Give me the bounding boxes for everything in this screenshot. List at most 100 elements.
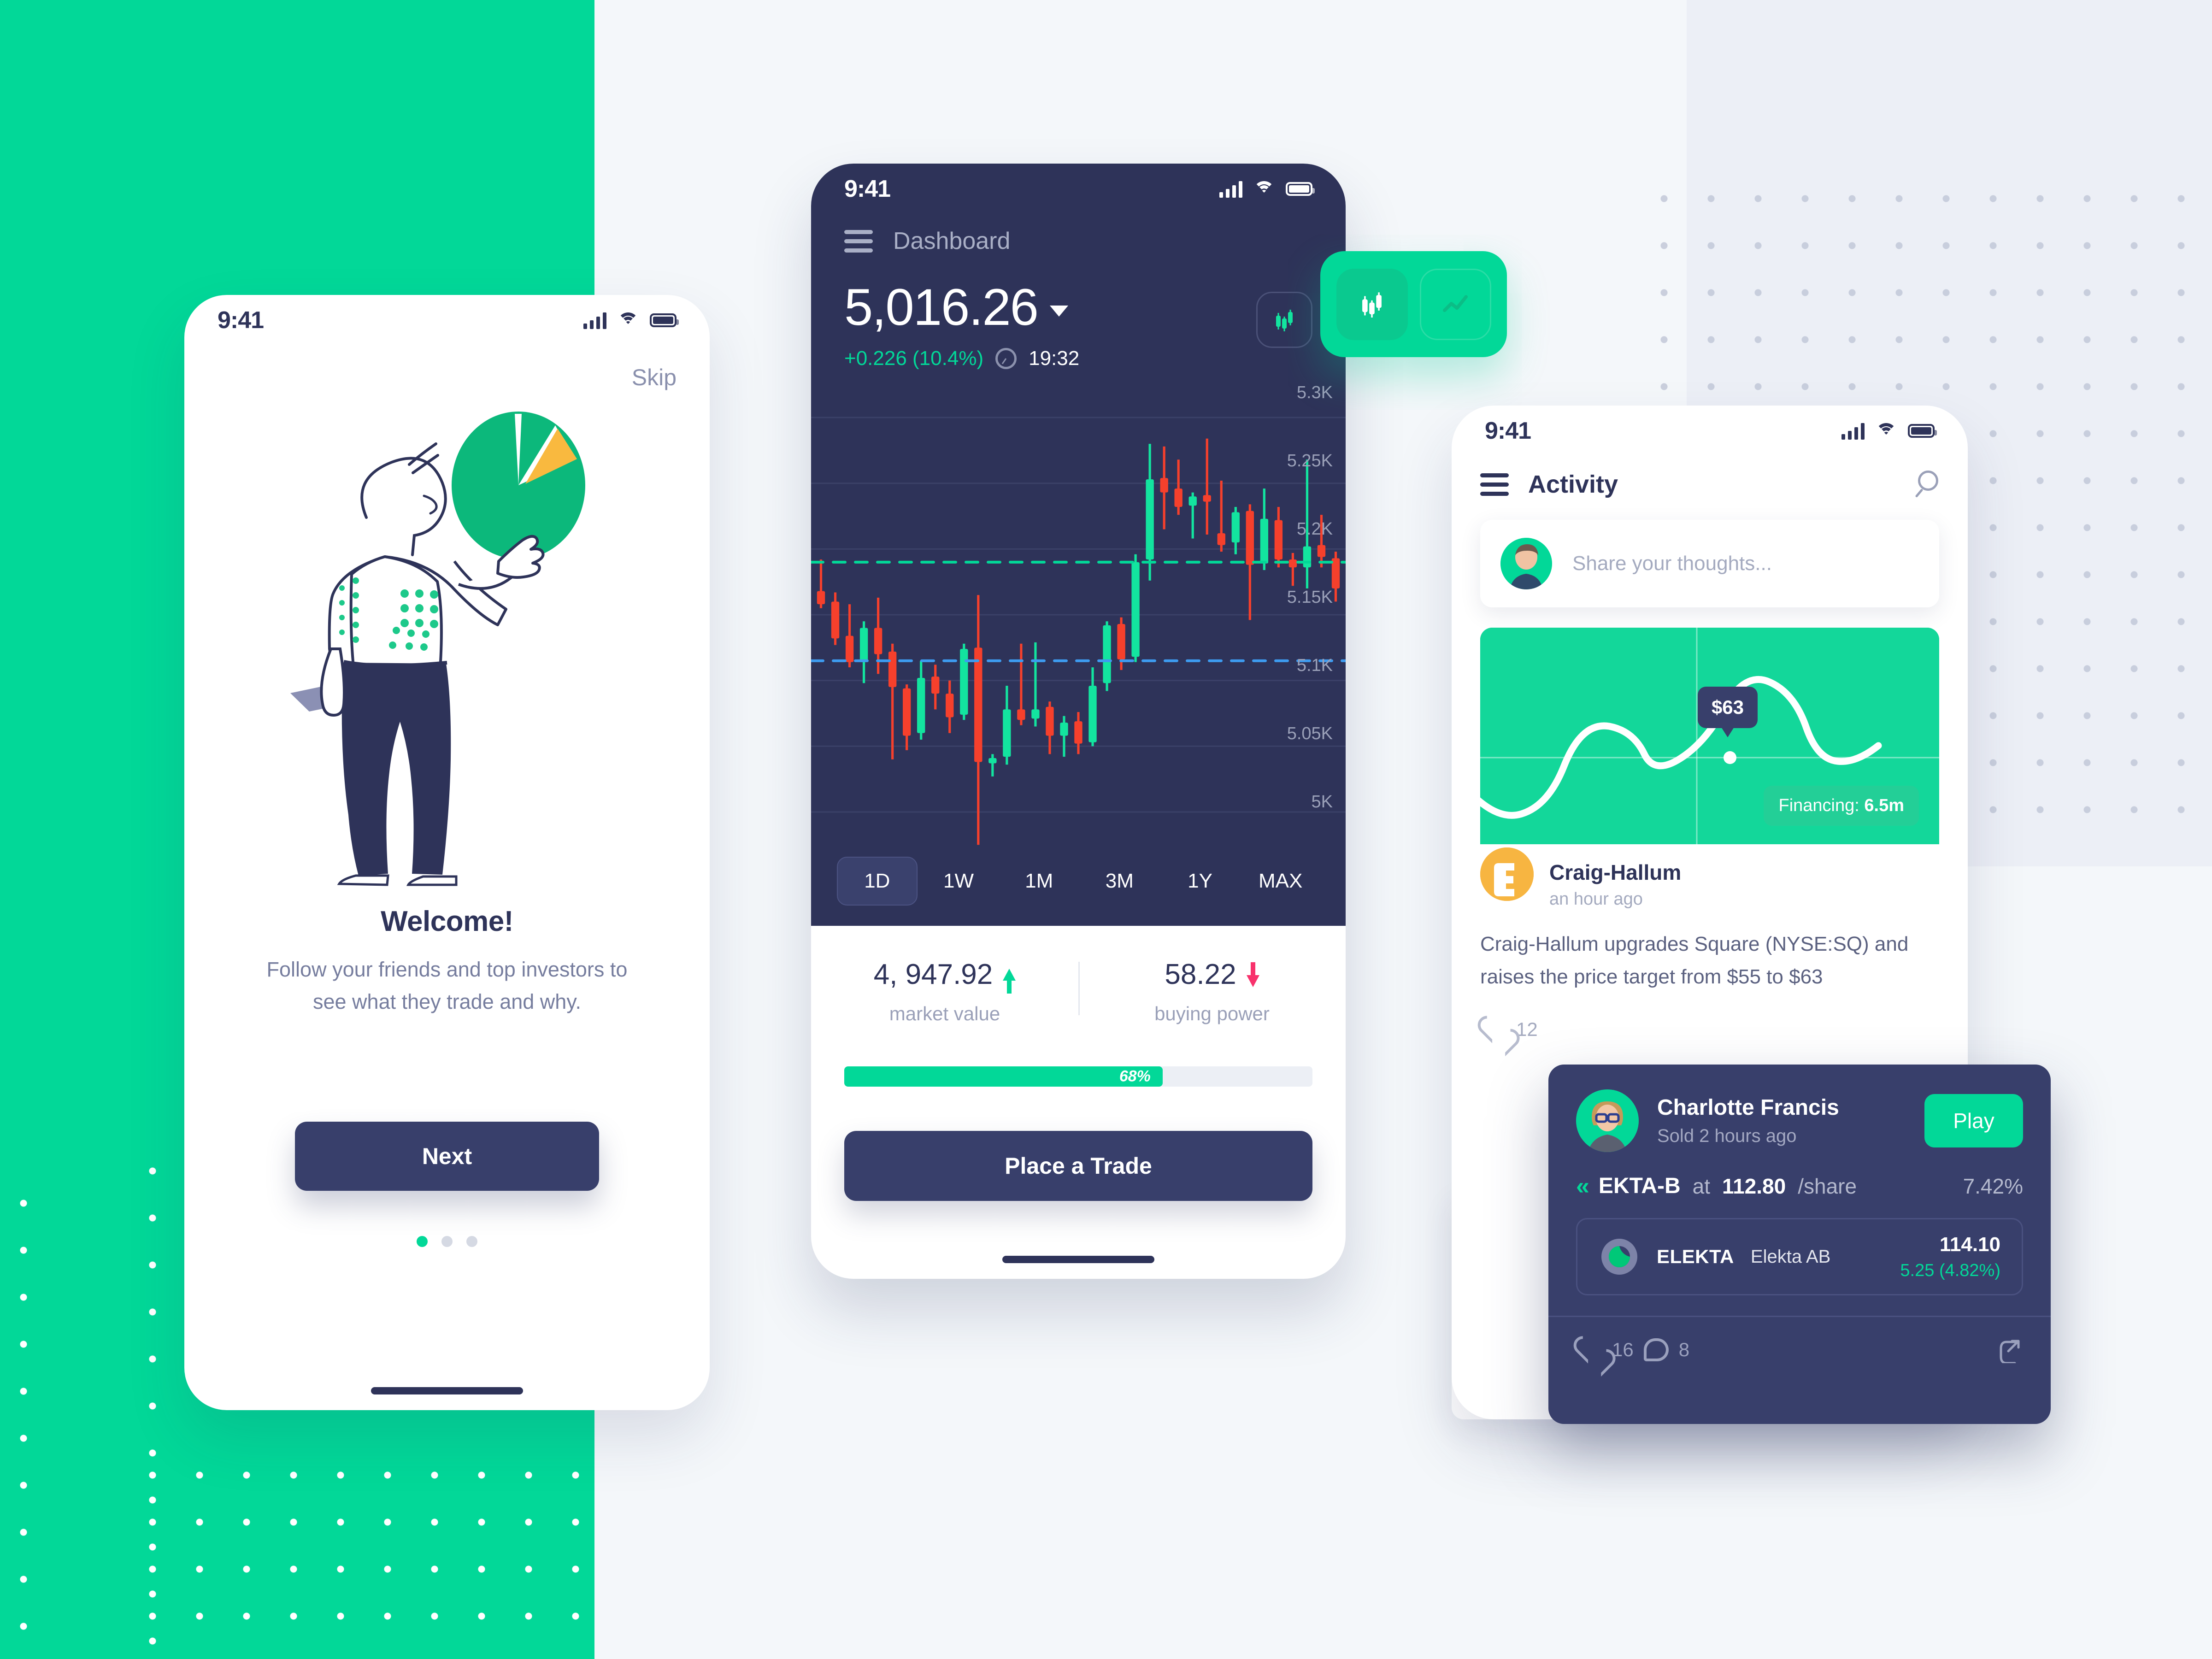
status-time: 9:41 — [1485, 418, 1531, 444]
cellular-signal-icon — [583, 312, 606, 329]
skip-button[interactable]: Skip — [632, 365, 677, 390]
post-body-text: Craig-Hallum upgrades Square (NYSE:SQ) a… — [1480, 933, 1909, 988]
balance-block: 5,016.26 +0.226 (10.4%) 19:32 — [844, 282, 1079, 370]
trade-price: 112.80 — [1722, 1174, 1786, 1198]
hamburger-menu-icon[interactable] — [1480, 473, 1509, 496]
post-sparkline-chart[interactable]: $63 Financing: 6.5m — [1480, 628, 1939, 844]
balance-change: +0.226 (10.4%) — [844, 347, 984, 370]
skip-row: Skip — [184, 346, 710, 391]
pager-dot-3[interactable] — [466, 1235, 477, 1247]
instrument-quote: 114.10 5.25 (4.82%) — [1900, 1233, 2000, 1281]
chevron-down-icon[interactable] — [1049, 306, 1068, 317]
wifi-icon — [1253, 181, 1275, 197]
status-bar: 9:41 — [184, 295, 710, 346]
status-time: 9:41 — [844, 176, 891, 202]
share-arrow-icon — [2000, 1340, 2020, 1365]
instrument-change: 5.25 (4.82%) — [1900, 1260, 2000, 1280]
stats-row: 4, 947.92 market value 58.22 buying powe… — [811, 926, 1346, 1025]
stat-value-row: 4, 947.92 — [811, 958, 1078, 994]
balance-row: 5,016.26 +0.226 (10.4%) 19:32 — [811, 255, 1346, 370]
chart-type-candlestick-option[interactable] — [1336, 268, 1408, 340]
progress-bar-fill: 68% — [844, 1066, 1163, 1087]
candlestick-icon — [1276, 310, 1293, 331]
elekta-mark — [1601, 1239, 1637, 1275]
pager-dots[interactable] — [184, 1235, 710, 1247]
post-actions-row[interactable]: 12 — [1452, 994, 1968, 1041]
trade-card-actions[interactable]: 16 8 — [1548, 1316, 2051, 1365]
range-tab-1w[interactable]: 1W — [919, 858, 998, 905]
trade-per-share-label: /share — [1798, 1174, 1857, 1198]
status-icons — [1841, 422, 1937, 440]
investor-pie-chart-illustration — [290, 412, 585, 886]
share-icon[interactable] — [1996, 1336, 2023, 1365]
trader-name: Charlotte Francis — [1657, 1095, 1839, 1120]
y-tick-4: 5.1K — [1296, 656, 1333, 675]
range-tab-1d[interactable]: 1D — [837, 857, 918, 906]
range-tab-1m[interactable]: 1M — [1000, 858, 1078, 905]
onboarding-phone: 9:41 Skip Welcome! Follow your friends a… — [184, 295, 710, 1410]
trade-card-header: Charlotte Francis Sold 2 hours ago Play — [1548, 1065, 2051, 1152]
battery-icon — [650, 313, 679, 327]
status-bar: 9:41 — [811, 164, 1346, 214]
status-time: 9:41 — [218, 307, 264, 334]
chart-data-point-marker — [1724, 751, 1736, 764]
trade-symbol: EKTA-B — [1598, 1174, 1681, 1198]
buying-power-amount: 58.22 — [1165, 959, 1236, 990]
candlestick-chart[interactable]: 5.3K 5.25K 5.2K 5.15K 5.1K 5.05K 5K — [811, 383, 1346, 848]
pager-dot-2[interactable] — [441, 1235, 453, 1247]
trade-status-text: Sold 2 hours ago — [1657, 1126, 1797, 1146]
heart-icon[interactable] — [1576, 1338, 1602, 1362]
dashboard-title: Dashboard — [893, 228, 1011, 254]
trade-at-label: at — [1692, 1174, 1711, 1198]
y-tick-1: 5.25K — [1287, 451, 1333, 471]
search-icon[interactable] — [1912, 471, 1939, 498]
place-a-trade-button[interactable]: Place a Trade — [844, 1131, 1312, 1201]
trade-activity-card: Charlotte Francis Sold 2 hours ago Play … — [1548, 1065, 2051, 1424]
post-author-name: Craig-Hallum — [1549, 860, 1682, 884]
instrument-price: 114.10 — [1939, 1233, 2000, 1256]
dot-grid-decoration-left-edge — [0, 1180, 51, 1659]
compose-input-placeholder[interactable]: Share your thoughts... — [1572, 552, 1772, 575]
pager-dot-1[interactable] — [417, 1235, 428, 1247]
instrument-row[interactable]: ELEKTA Elekta AB 114.10 5.25 (4.82%) — [1576, 1218, 2023, 1295]
chart-type-toggle[interactable] — [1320, 251, 1507, 357]
range-tab-max[interactable]: MAX — [1241, 858, 1320, 905]
double-chevron-left-icon: « — [1576, 1172, 1589, 1200]
clock-icon — [995, 348, 1017, 369]
comment-bubble-icon[interactable] — [1643, 1338, 1669, 1361]
progress-bar: 68% — [844, 1066, 1312, 1087]
trader-avatar — [1576, 1089, 1639, 1152]
y-tick-0: 5.3K — [1296, 383, 1333, 402]
poster-avatar — [1480, 847, 1534, 901]
balance-value-row[interactable]: 5,016.26 — [844, 282, 1079, 333]
y-tick-6: 5K — [1311, 792, 1333, 812]
heart-icon[interactable] — [1480, 1018, 1506, 1041]
status-bar: 9:41 — [1452, 406, 1968, 456]
play-button[interactable]: Play — [1924, 1094, 2023, 1147]
stat-buying-power: 58.22 buying power — [1078, 958, 1346, 1025]
balance-value: 5,016.26 — [844, 278, 1039, 336]
charlotte-francis-avatar-image — [1576, 1089, 1639, 1152]
y-tick-5: 5.05K — [1287, 724, 1333, 743]
balance-meta: +0.226 (10.4%) 19:32 — [844, 347, 1079, 370]
page-subtitle: Follow your friends and top investors to… — [266, 958, 628, 1013]
instrument-name: Elekta AB — [1750, 1246, 1831, 1267]
candlestick-chart-toggle-button[interactable] — [1256, 292, 1312, 348]
compose-post-box[interactable]: Share your thoughts... — [1480, 520, 1939, 607]
hamburger-menu-icon[interactable] — [844, 229, 873, 253]
range-tab-1y[interactable]: 1Y — [1161, 858, 1240, 905]
time-range-tabs[interactable]: 1D 1W 1M 3M 1Y MAX — [811, 848, 1346, 926]
dashboard-navbar: Dashboard — [811, 214, 1346, 255]
post-timestamp: an hour ago — [1549, 889, 1643, 909]
status-icons — [1219, 180, 1315, 198]
dashboard-phone: 9:41 Dashboard 5,016.26 +0.226 (10.4%) 1… — [811, 164, 1346, 1279]
y-tick-3: 5.15K — [1287, 588, 1333, 607]
buying-power-label: buying power — [1154, 1003, 1270, 1024]
cellular-signal-icon — [1219, 180, 1242, 198]
range-tab-3m[interactable]: 3M — [1080, 858, 1159, 905]
next-button[interactable]: Next — [295, 1121, 599, 1191]
financing-badge: Financing: 6.5m — [1764, 786, 1919, 826]
battery-icon — [1286, 182, 1315, 196]
chart-type-line-option[interactable] — [1419, 268, 1491, 340]
craig-hallum-logo-icon — [1480, 847, 1534, 901]
